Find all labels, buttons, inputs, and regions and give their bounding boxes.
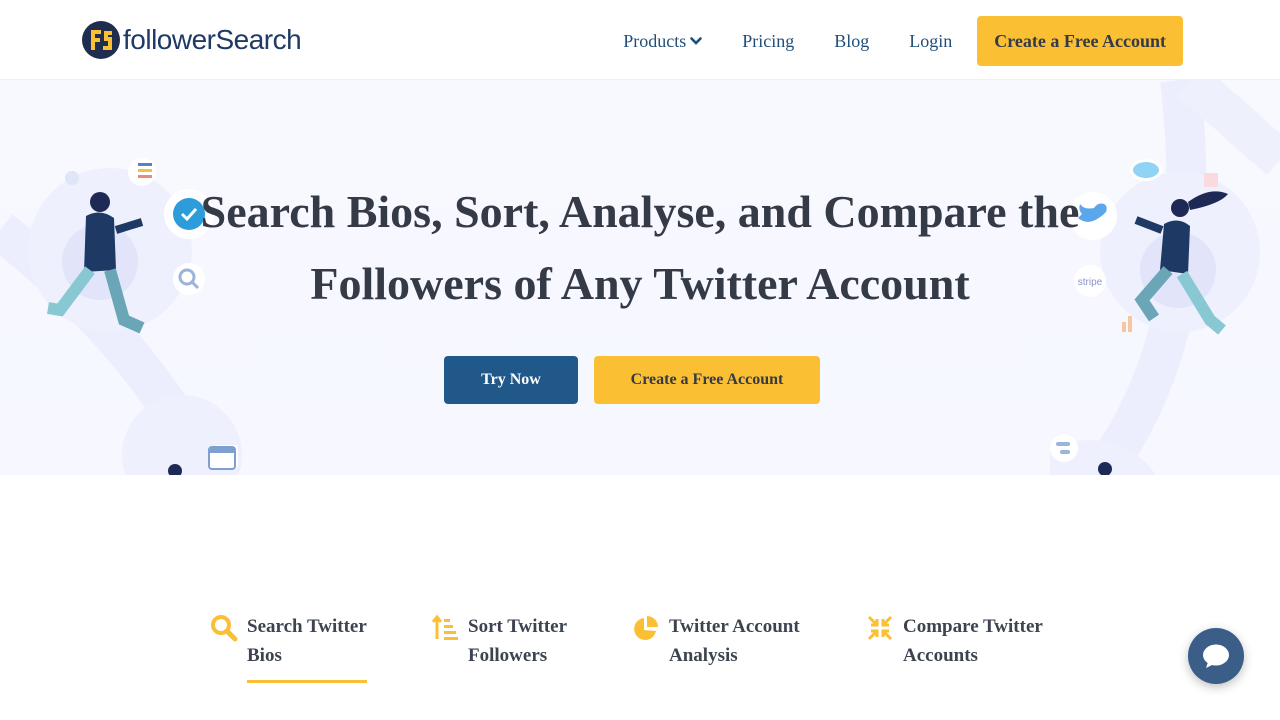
nav-login[interactable]: Login — [909, 31, 952, 52]
tab-analysis-label-line-1: Twitter Account — [669, 616, 800, 637]
tab-compare-label-line-1: Compare Twitter — [903, 616, 1043, 637]
tab-sort-label-line-1: Sort Twitter — [468, 616, 568, 637]
hero-section: stripe Search Bios, Sort, Analyse, and C… — [0, 80, 1280, 475]
nav-blog[interactable]: Blog — [834, 31, 869, 52]
tab-analysis-label-line-2: Analysis — [669, 645, 738, 666]
nav-products-label: Products — [623, 30, 687, 51]
sort-icon — [431, 614, 458, 640]
header-create-account-button[interactable]: Create a Free Account — [977, 16, 1183, 66]
tab-sort-twitter-followers[interactable]: Sort Twitter Followers — [431, 612, 567, 670]
try-now-button[interactable]: Try Now — [444, 356, 578, 404]
chat-button[interactable] — [1188, 628, 1244, 684]
tab-sort-label: Sort Twitter Followers — [468, 612, 567, 670]
nav-pricing[interactable]: Pricing — [742, 31, 794, 52]
tab-search-label-line-2: Bios — [247, 645, 282, 666]
tab-compare-label-line-2: Accounts — [903, 645, 978, 666]
right-person-illustration: stripe — [1050, 159, 1260, 475]
site-header: followerSearch Products Pricing Blog Log… — [0, 0, 1280, 80]
hero-title: Search Bios, Sort, Analyse, and Compare … — [200, 176, 1080, 320]
nav-products[interactable]: Products — [623, 30, 703, 52]
hero-buttons: Try Now Create a Free Account — [444, 356, 820, 404]
calendar-icon — [208, 446, 236, 470]
tab-compare-twitter-accounts[interactable]: Compare Twitter Accounts — [866, 612, 1043, 670]
search-icon — [211, 615, 238, 642]
feature-tabs: Search Twitter Bios Sort Twitter Followe… — [210, 612, 1070, 692]
hero-title-line-2: Followers of Any Twitter Account — [310, 258, 970, 309]
logo[interactable]: followerSearch — [82, 20, 302, 60]
logo-mark-icon — [82, 21, 120, 59]
tab-sort-label-line-2: Followers — [468, 645, 548, 666]
tab-search-label: Search Twitter Bios — [247, 612, 367, 683]
logo-text: followerSearch — [123, 24, 302, 55]
tab-analysis-label: Twitter Account Analysis — [669, 612, 800, 670]
pie-chart-icon — [634, 616, 658, 640]
tab-search-twitter-bios[interactable]: Search Twitter Bios — [210, 612, 367, 683]
hero-create-account-button[interactable]: Create a Free Account — [594, 356, 820, 404]
tab-twitter-account-analysis[interactable]: Twitter Account Analysis — [632, 612, 800, 670]
main-nav: Products Pricing Blog Login Create a Fre… — [623, 16, 1183, 66]
chat-bubble-icon — [1203, 644, 1229, 668]
chevron-down-icon — [690, 37, 703, 45]
stripe-logo-text: stripe — [1078, 277, 1103, 288]
compress-icon — [867, 615, 893, 641]
tab-compare-label: Compare Twitter Accounts — [903, 612, 1043, 670]
hero-title-line-1: Search Bios, Sort, Analyse, and Compare … — [200, 186, 1080, 237]
tab-search-label-line-1: Search Twitter — [247, 616, 367, 637]
